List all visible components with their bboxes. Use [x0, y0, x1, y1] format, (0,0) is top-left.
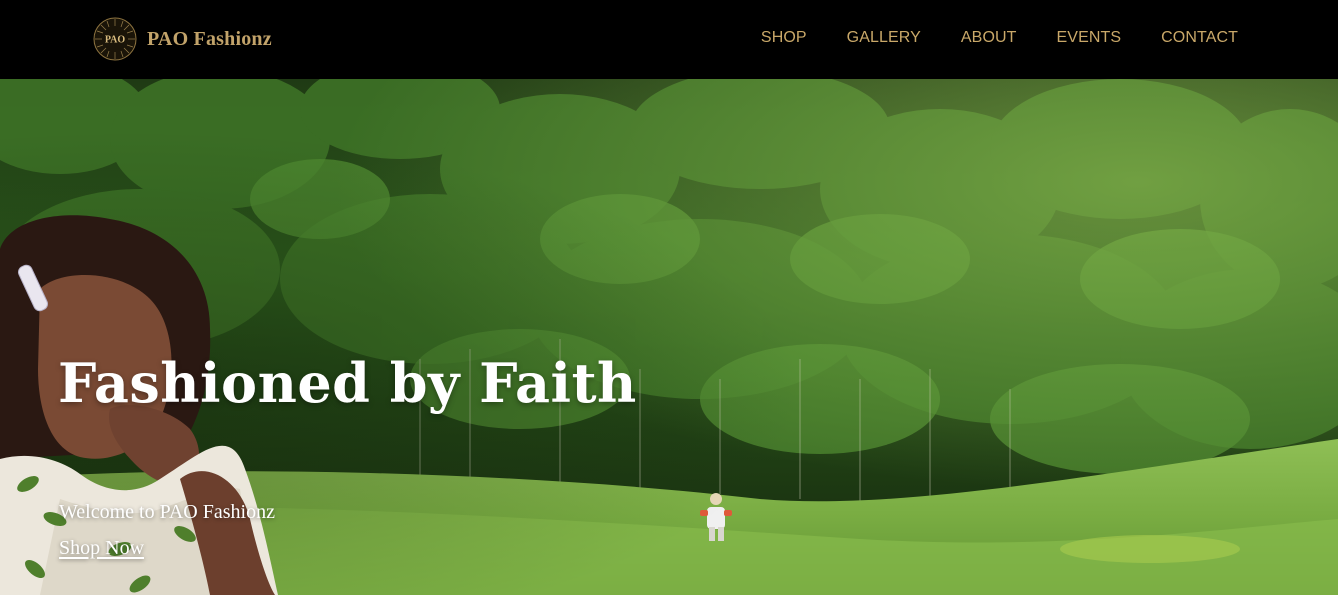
nav-shop-link[interactable]: SHOP: [761, 28, 807, 48]
shop-now-link[interactable]: Shop Now: [59, 536, 144, 560]
nav-gallery-link[interactable]: GALLERY: [847, 28, 921, 48]
logo-text: PAO: [105, 35, 126, 46]
nav-events-link[interactable]: EVENTS: [1057, 28, 1122, 48]
site-header: PAO PAO Fashionz SHOP GALLERY ABOUT EVEN…: [0, 0, 1338, 79]
page: PAO PAO Fashionz SHOP GALLERY ABOUT EVEN…: [0, 0, 1338, 595]
hero-title: Fashioned by Faith: [58, 351, 637, 415]
brand-logo-icon: PAO: [93, 17, 137, 61]
main-nav: SHOP GALLERY ABOUT EVENTS CONTACT: [761, 28, 1238, 48]
nav-contact-link[interactable]: CONTACT: [1161, 28, 1238, 48]
hero-section: Fashioned by Faith Welcome to PAO Fashio…: [0, 79, 1338, 595]
hero-subtitle: Welcome to PAO Fashionz: [59, 501, 275, 523]
brand-name: PAO Fashionz: [147, 27, 272, 50]
brand-home-link[interactable]: PAO PAO Fashionz: [93, 16, 272, 62]
nav-about-link[interactable]: ABOUT: [961, 28, 1017, 48]
